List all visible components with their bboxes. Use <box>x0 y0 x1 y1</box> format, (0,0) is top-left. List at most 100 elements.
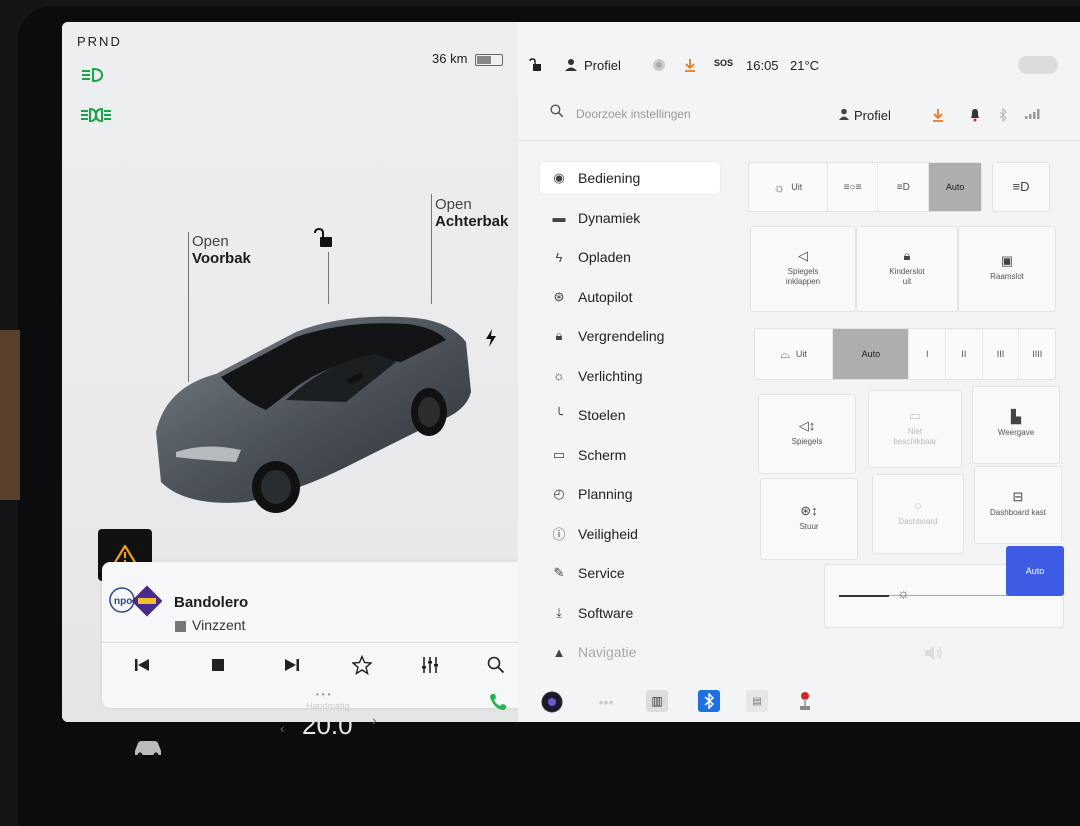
open-frunk-button[interactable]: Open Voorbak <box>192 233 251 267</box>
bell-icon[interactable] <box>970 108 980 122</box>
favorite-button[interactable] <box>350 653 374 677</box>
wiper-speed-2-label: II <box>961 349 967 359</box>
temp-down-icon[interactable]: ‹ <box>280 720 285 736</box>
wiper-control: ⌓ Uit Auto I II III IIII <box>754 328 1056 380</box>
mirrors-adjust-label: Spiegels <box>791 437 823 446</box>
nav-item-bediening[interactable]: ◉ Bediening <box>540 162 720 194</box>
mirror-adjust-icon: ◁↕ <box>798 418 816 433</box>
gear-indicator: PRND <box>77 34 122 49</box>
wiper-speed-4[interactable]: IIII <box>1019 329 1055 379</box>
sos-icon[interactable]: SOS <box>714 58 733 68</box>
volume-button[interactable] <box>922 641 946 665</box>
steering-adjust-button[interactable]: ⊛↕ Stuur <box>760 478 858 560</box>
display-button[interactable]: ▙ Weergave <box>972 386 1060 464</box>
car-icon[interactable] <box>132 738 164 758</box>
steering-adjust-label: Stuur <box>799 522 819 531</box>
next-track-button[interactable] <box>280 653 304 677</box>
nav-item-software[interactable]: ⤓ Software <box>540 597 720 629</box>
steering-wheel-icon: ⊛↕ <box>800 503 818 518</box>
nav-item-label: Service <box>578 565 625 581</box>
previous-track-button[interactable] <box>130 653 154 677</box>
unavailable-label-1: Niet <box>907 427 923 436</box>
lights-off-option[interactable]: ☼ Uit <box>749 163 828 211</box>
wipers-off-label: Uit <box>795 349 807 359</box>
parking-lights-option[interactable]: ≡○≡ <box>828 163 879 211</box>
nav-item-scherm[interactable]: ▭ Scherm <box>540 439 720 471</box>
auto-brightness-button[interactable]: Auto <box>1006 546 1064 596</box>
lock-status-icon[interactable] <box>528 58 542 72</box>
temp-up-icon[interactable]: › <box>372 712 377 728</box>
stop-icon <box>212 659 224 671</box>
nav-item-navigatie[interactable]: ▲ Navigatie <box>540 636 720 668</box>
unlocked-icon[interactable] <box>314 227 334 253</box>
window-lock-button[interactable]: ▣ Raamslot <box>958 226 1056 312</box>
mirrors-adjust-button[interactable]: ◁↕ Spiegels <box>758 394 856 474</box>
fog-lights-button[interactable]: ≡D <box>992 162 1050 212</box>
status-bar: Profiel SOS 16:05 21°C <box>518 52 1080 82</box>
phone-button[interactable] <box>486 690 510 714</box>
dashboard-trim <box>0 330 20 500</box>
car-model-image <box>156 316 471 513</box>
nav-item-vergrendeling[interactable]: 🔒︎ Vergrendeling <box>540 320 720 352</box>
nav-item-label: Scherm <box>578 446 627 463</box>
wiper-icon: ⌓ <box>780 346 790 361</box>
manual-button[interactable]: ▥ <box>646 690 668 712</box>
speaker-icon <box>925 646 942 660</box>
wiper-speed-2[interactable]: II <box>946 329 983 379</box>
profile-button[interactable]: Profiel <box>584 58 621 73</box>
outside-temperature: 21°C <box>790 58 820 73</box>
fold-mirrors-label-2: inklappen <box>785 277 821 286</box>
profile-button[interactable]: Profiel <box>854 108 891 123</box>
wiper-speed-3[interactable]: III <box>983 329 1020 379</box>
nav-item-autopilot[interactable]: ⊛ Autopilot <box>540 281 720 313</box>
climate-temperature[interactable]: 20.0 <box>302 710 353 741</box>
nav-item-planning[interactable]: ◴ Planning <box>540 478 720 510</box>
child-lock-label-2: uit <box>902 277 912 286</box>
child-lock-button[interactable]: 🔒︎ Kinderslot uit <box>856 226 958 312</box>
camera-lens-icon <box>541 691 563 713</box>
dots-icon: ••• <box>598 694 614 710</box>
lights-auto-option[interactable]: Auto <box>929 163 981 211</box>
wrench-icon: ✎ <box>553 565 565 580</box>
calendar-icon: ▤ <box>752 695 762 707</box>
equalizer-button[interactable] <box>418 653 442 677</box>
camera-button[interactable] <box>540 690 564 714</box>
bolt-icon: ϟ <box>555 249 563 265</box>
nav-item-verlichting[interactable]: ☼ Verlichting <box>540 360 720 392</box>
open-trunk-button[interactable]: Open Achterbak <box>435 196 508 230</box>
fold-mirrors-button[interactable]: ◁ Spiegels inklappen <box>750 226 856 312</box>
download-update-icon[interactable] <box>932 108 944 122</box>
more-apps-button[interactable]: ••• <box>594 690 618 714</box>
toybox-button[interactable] <box>794 690 816 712</box>
media-divider <box>102 642 528 643</box>
wiper-speed-1-label: I <box>926 349 929 359</box>
download-update-icon[interactable] <box>684 58 696 72</box>
wipers-auto-option[interactable]: Auto <box>833 329 910 379</box>
nav-item-veiligheid[interactable]: ⓘ Veiligheid <box>540 518 720 550</box>
glovebox-button[interactable]: ⊟ Dashboard kast <box>974 466 1062 544</box>
nav-item-service[interactable]: ✎ Service <box>540 557 720 589</box>
low-beam-option[interactable]: ≡D <box>878 163 930 211</box>
nav-item-opladen[interactable]: ϟ Opladen <box>540 241 720 273</box>
nav-item-label: Stoelen <box>578 407 626 423</box>
low-beam-icon: ≡D <box>896 181 910 193</box>
settings-search-input[interactable] <box>574 100 798 128</box>
fog-light-icon: ≡D <box>1012 179 1030 194</box>
calendar-button[interactable]: ▤ <box>746 690 768 712</box>
nav-item-dynamiek[interactable]: ▬ Dynamiek <box>540 202 720 234</box>
bluetooth-icon[interactable] <box>998 108 1008 122</box>
stop-button[interactable] <box>206 653 230 677</box>
nav-item-label: Veiligheid <box>578 525 638 542</box>
nav-item-stoelen[interactable]: ╰ Stoelen <box>540 399 720 431</box>
media-search-button[interactable] <box>484 653 508 677</box>
phone-icon <box>490 694 506 710</box>
charge-port-icon[interactable] <box>485 329 497 352</box>
bluetooth-button[interactable] <box>698 690 720 712</box>
wiper-speed-1[interactable]: I <box>909 329 947 379</box>
lock-icon: 🔒︎ <box>555 328 563 343</box>
lights-off-label: Uit <box>791 182 803 192</box>
nav-item-label: Planning <box>578 486 633 502</box>
wipers-off-option[interactable]: ⌓ Uit <box>755 329 834 379</box>
bottom-dock <box>62 722 1080 812</box>
nav-item-label: Dynamiek <box>578 209 641 226</box>
